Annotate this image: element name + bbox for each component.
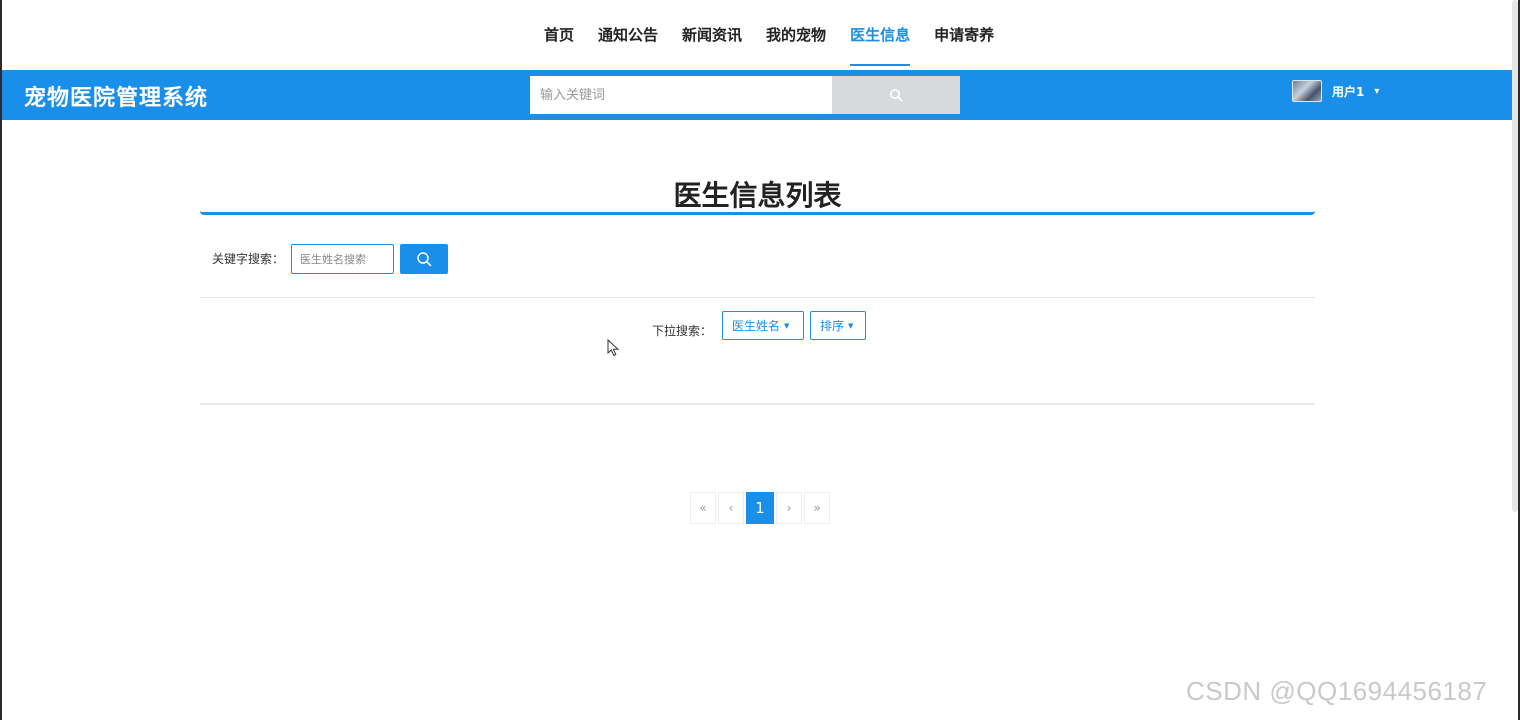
keyword-search-label: 关键字搜索： [212,252,285,266]
first-page-button[interactable]: « [690,492,716,524]
user-menu[interactable]: 用户1 ▾ [1292,76,1379,106]
header-bar: 宠物医院管理系统 用户1 ▾ [0,70,1520,120]
brand-title: 宠物医院管理系统 [24,86,209,111]
title-underline [200,211,1315,215]
nav-item-apply-boarding[interactable]: 申请寄养 [922,0,1006,70]
keyword-search-button[interactable] [400,244,448,274]
header-search-input[interactable] [530,76,832,114]
caret-down-icon: ▼ [848,321,854,330]
pagination: « ‹ 1 › » [690,492,830,524]
sort-dropdown[interactable]: 排序 ▼ [810,311,866,340]
search-icon [890,89,903,102]
nav-item-notices[interactable]: 通知公告 [586,0,670,70]
divider [200,297,1315,298]
doctor-name-search-input[interactable] [291,244,394,274]
sort-dropdown-label: 排序 [820,319,845,333]
nav-item-news[interactable]: 新闻资讯 [670,0,754,70]
search-icon [417,252,432,267]
doctor-name-dropdown[interactable]: 医生姓名 ▼ [722,311,804,340]
nav-item-home[interactable]: 首页 [532,0,586,70]
avatar[interactable] [1292,80,1322,102]
divider [200,403,1315,405]
scrollbar[interactable] [1512,0,1518,512]
chevron-down-icon[interactable]: ▾ [1374,86,1379,97]
mouse-pointer-icon [607,339,620,357]
nav-list: 首页 通知公告 新闻资讯 我的宠物 医生信息 申请寄养 [532,0,1006,70]
watermark: CSDN @QQ1694456187 [1186,676,1488,706]
page-title: 医生信息列表 [673,179,842,212]
last-page-button[interactable]: » [804,492,830,524]
current-page-button[interactable]: 1 [746,492,774,524]
dropdown-search-label: 下拉搜索： [652,324,713,338]
header-search-button[interactable] [832,76,960,114]
top-navigation: 首页 通知公告 新闻资讯 我的宠物 医生信息 申请寄养 [0,0,1520,70]
header-search [530,76,960,114]
caret-down-icon: ▼ [784,321,790,330]
nav-item-my-pets[interactable]: 我的宠物 [754,0,838,70]
nav-item-doctor-info[interactable]: 医生信息 [838,0,922,70]
doctor-name-dropdown-label: 医生姓名 [732,319,781,333]
prev-page-button[interactable]: ‹ [718,492,744,524]
username[interactable]: 用户1 [1332,83,1364,100]
next-page-button[interactable]: › [776,492,802,524]
